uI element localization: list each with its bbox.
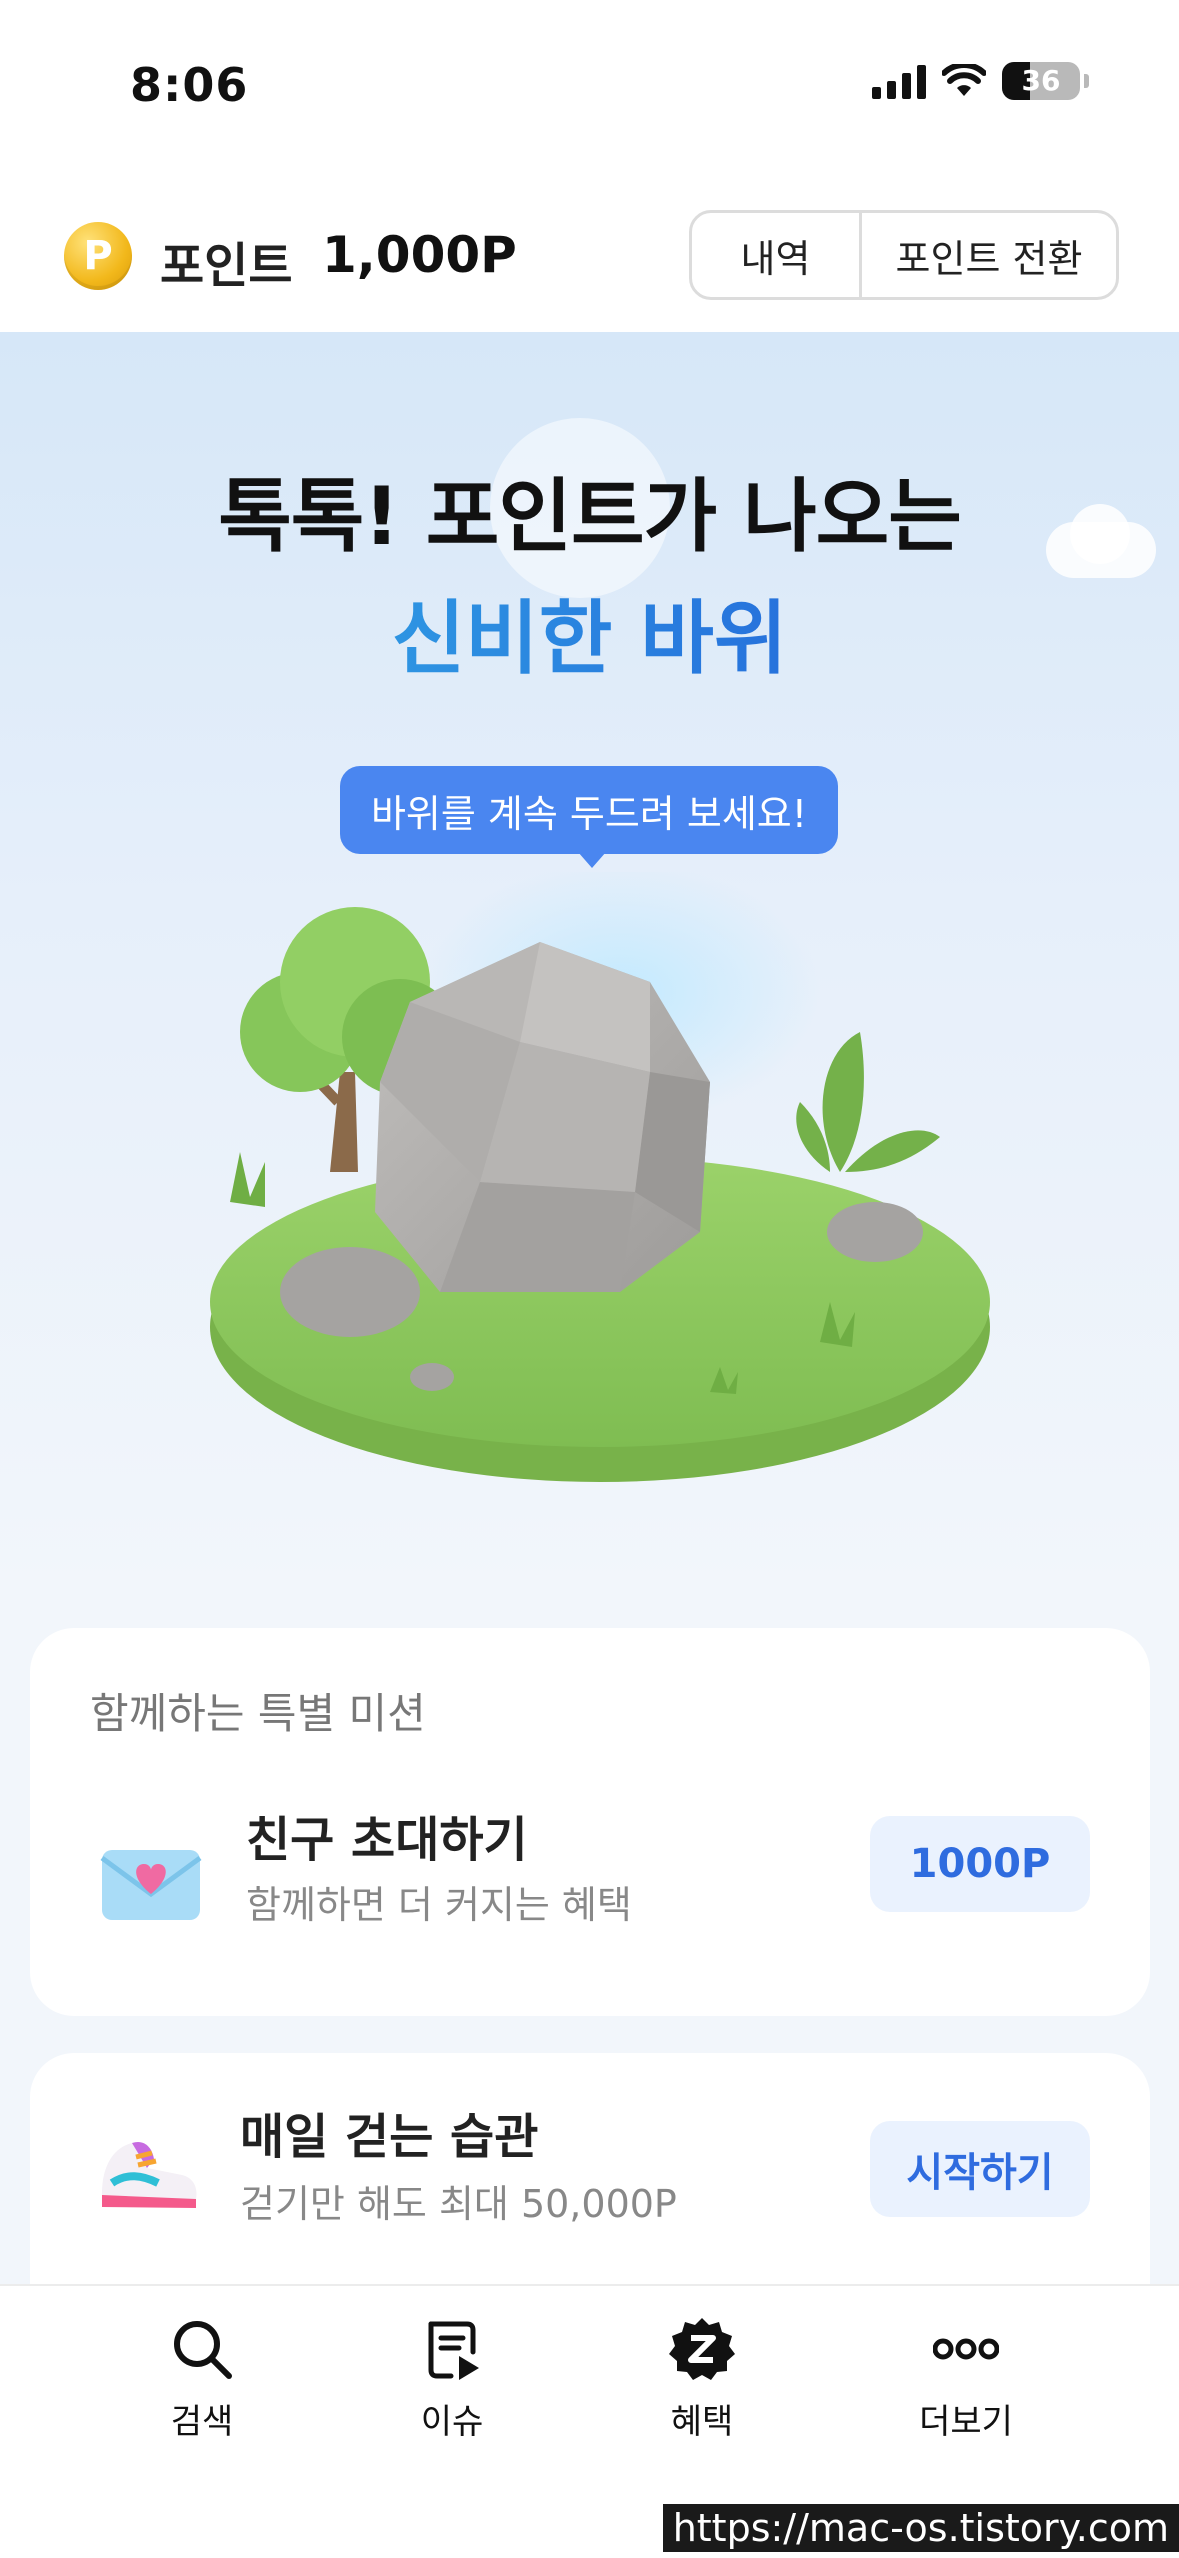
grass-tuft	[230, 1152, 265, 1207]
status-time: 8:06	[130, 58, 249, 112]
more-icon	[933, 2338, 999, 2360]
small-rock	[827, 1202, 923, 1262]
history-button[interactable]: 내역	[692, 213, 862, 297]
small-rock	[280, 1247, 420, 1337]
wifi-icon	[942, 64, 986, 96]
invite-friend-desc: 함께하면 더 커지는 혜택	[246, 1883, 632, 1927]
pebble	[410, 1363, 454, 1391]
rock-island-illustration[interactable]	[180, 872, 1020, 1492]
nav-label: 혜택	[670, 2402, 734, 2442]
mission-section-title: 함께하는 특별 미션	[90, 1689, 426, 1738]
hero-subtitle: 신비한 바위	[0, 574, 1179, 690]
battery-cap	[1084, 74, 1089, 88]
bubble-tail	[578, 852, 606, 868]
status-bar: 8:06 36	[0, 0, 1179, 170]
watermark: https://mac-os.tistory.com	[662, 2504, 1179, 2552]
battery-icon: 36	[1002, 62, 1080, 100]
nav-label: 이슈	[420, 2402, 484, 2442]
special-mission-card: 함께하는 특별 미션 친구 초대하기 함께하면 더 커지는 혜택 1000P	[30, 1628, 1150, 2016]
envelope-heart-icon	[100, 1850, 202, 1920]
header-button-group: 내역 포인트 전환	[689, 210, 1119, 300]
hero-section: 톡톡! 포인트가 나오는 신비한 바위 바위를 계속 두드려 보세요!	[0, 332, 1179, 1602]
start-walking-button[interactable]: 시작하기	[870, 2121, 1090, 2217]
search-icon	[174, 2321, 232, 2379]
tap-hint-bubble: 바위를 계속 두드려 보세요!	[340, 766, 838, 854]
walking-habit-desc: 걷기만 해도 최대 50,000P	[240, 2182, 677, 2226]
convert-points-button[interactable]: 포인트 전환	[862, 213, 1116, 297]
status-icons: 36	[872, 62, 1089, 100]
point-coin-icon: P	[64, 222, 132, 290]
point-header: P 포인트 1,000P 내역 포인트 전환	[0, 170, 1179, 332]
sneaker-icon	[102, 2141, 197, 2208]
nav-label: 검색	[170, 2402, 234, 2442]
plant-icon	[796, 1032, 940, 1172]
nav-benefit[interactable]: 혜택	[612, 2316, 792, 2443]
nav-issue[interactable]: 이슈	[362, 2316, 542, 2443]
point-balance: 1,000P	[322, 226, 517, 284]
hero-title: 톡톡! 포인트가 나오는	[218, 470, 962, 563]
benefit-badge-icon	[669, 2318, 735, 2380]
walking-habit-title: 매일 걷는 습관	[240, 2109, 539, 2165]
nav-search[interactable]: 검색	[112, 2316, 292, 2443]
issue-doc-icon	[428, 2321, 479, 2380]
cellular-signal-icon	[872, 63, 926, 99]
battery-percent: 36	[1021, 64, 1061, 97]
point-label: 포인트	[160, 238, 293, 294]
invite-friend-title: 친구 초대하기	[246, 1812, 528, 1868]
nav-label: 더보기	[919, 2402, 1013, 2442]
invite-reward-button[interactable]: 1000P	[870, 1816, 1090, 1912]
nav-more[interactable]: 더보기	[876, 2316, 1056, 2443]
